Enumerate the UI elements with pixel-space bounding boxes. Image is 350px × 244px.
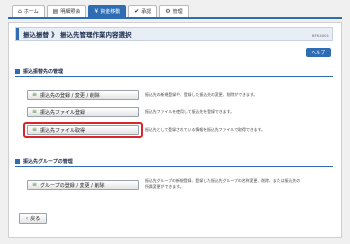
house-icon: ⌂ [18,7,22,15]
title-accent [16,28,19,40]
button-label: 振込先ファイル取得 [40,127,86,134]
payee-register-change-delete-button[interactable]: ≡ 振込先の登録 / 変更 / 削除 [27,90,139,100]
row-description: 振込先として登録されている情報を振込先ファイルで取得できます。 [145,127,265,132]
button-label: 振込先の登録 / 変更 / 削除 [40,92,100,99]
section-rule [15,166,333,167]
back-label: 戻る [30,216,41,222]
payee-file-register-button[interactable]: ≡ 振込先ファイル登録 [27,107,139,117]
tab-approval[interactable]: ✔ 承認 [128,5,158,17]
nav-rule [8,17,342,19]
tab-home[interactable]: ⌂ ホーム [12,5,45,17]
page-title-bar: 振込振替 》 振込先管理作業内容選択 BFK4001 [15,27,333,41]
section-marker-icon [15,69,20,74]
section-marker-icon [15,159,20,164]
main-panel: 振込振替 》 振込先管理作業内容選択 BFK4001 ヘルプ 振込振替先の管理 … [8,22,342,238]
list-icon: ≡ [32,181,38,188]
global-nav: ⌂ ホーム ▤ 明細照会 ¥ 資金移動 ✔ 承認 ⚙ 管理 [12,4,189,17]
section-heading-payee: 振込振替先の管理 [15,67,63,76]
button-label: グループの登録 / 変更 / 削除 [40,182,105,189]
list-icon: ≡ [32,91,38,98]
arrow-left-icon: ‹ [25,214,29,222]
tab-label: ホーム [23,9,39,15]
list-icon: ≡ [32,108,38,115]
gear-icon: ⚙ [165,7,171,15]
section-heading-group: 振込先グループの管理 [15,157,73,166]
tab-fund-transfer[interactable]: ¥ 資金移動 [88,5,127,17]
row-description: 振込先ファイルを使用して振込先を登録できます。 [145,109,234,114]
row-description-line: 所属変更ができます。 [145,184,184,189]
list-icon: ≡ [32,126,38,133]
check-icon: ✔ [134,7,140,15]
page-title: 振込振替 》 振込先管理作業内容選択 [23,31,132,39]
screen-id: BFK4001 [312,33,329,38]
section-rule [15,76,333,77]
tab-label: 管理 [172,9,183,15]
yen-icon: ¥ [94,7,99,15]
row-description: 振込先の新規登録や、登録した振込先の変更、削除ができます。 [145,92,258,97]
tab-statement-inquiry[interactable]: ▤ 明細照会 [46,5,87,17]
tab-management[interactable]: ⚙ 管理 [159,5,189,17]
statement-icon: ▤ [52,7,59,15]
group-register-change-delete-button[interactable]: ≡ グループの登録 / 変更 / 削除 [27,180,139,190]
help-button[interactable]: ヘルプ [305,48,331,57]
back-button[interactable]: ‹ 戻る [19,213,47,224]
button-label: 振込先ファイル登録 [40,109,86,116]
tab-label: 資金移動 [100,9,121,15]
tab-label: 承認 [141,9,152,15]
section-title: 振込先グループの管理 [23,159,73,165]
tab-label: 明細照会 [60,9,81,15]
payee-file-get-button[interactable]: ≡ 振込先ファイル取得 [27,125,139,135]
section-title: 振込振替先の管理 [23,69,64,75]
